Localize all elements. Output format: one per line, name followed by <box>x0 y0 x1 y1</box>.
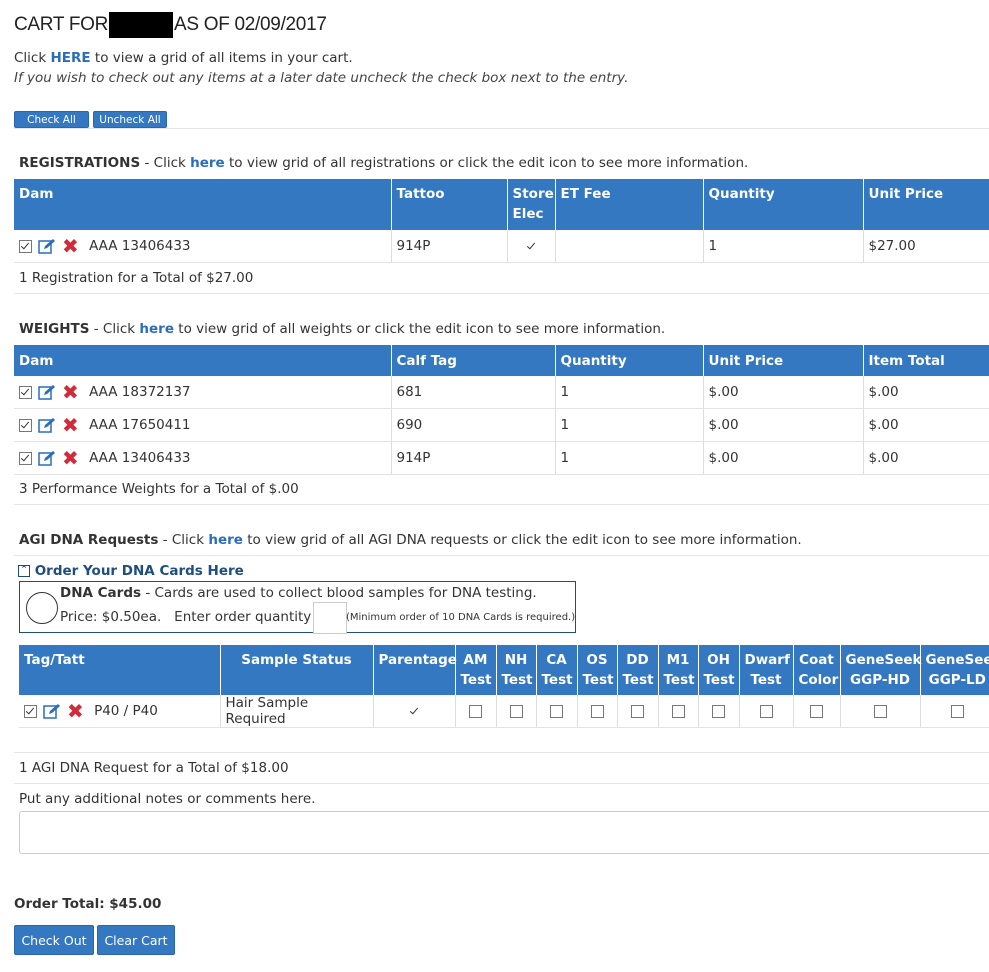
check-all-button[interactable]: Check All <box>14 111 89 128</box>
edit-icon[interactable] <box>38 238 56 254</box>
col-oh-test: OH Test <box>698 645 740 695</box>
col-coat-color: Coat Color <box>793 645 841 695</box>
notes-textarea[interactable] <box>19 811 989 854</box>
col-calf-tag: Calf Tag <box>391 345 556 376</box>
clear-cart-button[interactable]: Clear Cart <box>97 925 175 955</box>
delete-icon[interactable]: ✖ <box>62 236 79 256</box>
parentage-check <box>408 705 420 717</box>
registrations-total: 1 Registration for a Total of $27.00 <box>19 270 254 286</box>
table-row: ✖ AAA 13406433 914P 1 $27.00 <box>14 230 989 263</box>
col-et-fee: ET Fee <box>555 179 704 230</box>
col-tag-tatt: Tag/Tatt <box>19 645 221 695</box>
coat-color-checkbox[interactable] <box>810 704 823 718</box>
registrations-grid-link[interactable]: here <box>190 155 225 171</box>
store-elec-check <box>525 240 537 252</box>
col-geneseek-hd: GeneSeek GGP-HD <box>840 645 922 695</box>
table-row: ✖ AAA 17650411 690 1 $.00 $.00 <box>14 408 989 442</box>
select-checkbox[interactable] <box>19 239 32 253</box>
redacted-name <box>109 12 174 38</box>
col-item-total: Item Total <box>863 345 989 376</box>
nh-test-checkbox[interactable] <box>509 704 523 718</box>
col-unit-price: Unit Price <box>703 345 864 376</box>
select-checkbox[interactable] <box>19 385 32 399</box>
dna-total: 1 AGI DNA Request for a Total of $18.00 <box>19 760 289 776</box>
table-row: ✖ P40 / P40 Hair Sample Required <box>19 695 989 728</box>
col-sample-status: Sample Status <box>220 645 374 695</box>
checkout-hint: If you wish to check out any items at a … <box>14 70 629 86</box>
notes-label: Put any additional notes or comments her… <box>19 791 316 807</box>
dna-table: Tag/Tatt Sample Status Parentage AM Test… <box>19 645 989 728</box>
ca-test-checkbox[interactable] <box>550 704 563 718</box>
dna-card-panel: DNA Cards - Cards are used to collect bl… <box>19 581 576 634</box>
order-total: Order Total: $45.00 <box>14 896 162 912</box>
col-parentage: Parentage <box>373 645 457 695</box>
col-am-test: AM Test <box>455 645 497 695</box>
view-grid-link[interactable]: HERE <box>50 50 90 66</box>
dna-grid-link[interactable]: here <box>208 532 243 548</box>
col-quantity: Quantity <box>703 179 864 230</box>
col-m1-test: M1 Test <box>658 645 699 695</box>
weights-table: Dam Calf Tag Quantity Unit Price Item To… <box>14 345 989 475</box>
col-nh-test: NH Test <box>496 645 537 695</box>
dna-heading: AGI DNA Requests - Click here to view gr… <box>19 532 802 548</box>
col-quantity: Quantity <box>555 345 704 376</box>
delete-icon[interactable]: ✖ <box>62 382 79 402</box>
col-dd-test: DD Test <box>617 645 659 695</box>
dna-card-quantity-input[interactable] <box>313 602 347 634</box>
dna-card-icon <box>26 592 58 624</box>
os-test-checkbox[interactable] <box>590 704 604 718</box>
col-geneseek-ld: GeneSeek GGP-LD <box>920 645 989 695</box>
uncheck-all-button[interactable]: Uncheck All <box>93 111 167 128</box>
table-row: ✖ AAA 18372137 681 1 $.00 $.00 <box>14 376 989 409</box>
m1-test-checkbox[interactable] <box>671 704 685 718</box>
dwarf-test-checkbox[interactable] <box>759 704 773 718</box>
edit-icon[interactable] <box>38 384 56 400</box>
check-out-button[interactable]: Check Out <box>14 925 94 955</box>
order-dna-cards-link[interactable]: ⌃ Order Your DNA Cards Here <box>18 563 244 579</box>
col-unit-price: Unit Price <box>863 179 989 230</box>
col-tattoo: Tattoo <box>391 179 508 230</box>
geneseek-ld-checkbox[interactable] <box>950 704 964 718</box>
page-title: CART FOR AS OF 02/09/2017 <box>14 12 327 38</box>
edit-icon[interactable] <box>38 417 56 433</box>
weights-grid-link[interactable]: here <box>139 321 174 337</box>
weights-total: 3 Performance Weights for a Total of $.0… <box>19 481 299 497</box>
col-dam: Dam <box>14 179 392 230</box>
delete-icon[interactable]: ✖ <box>62 415 79 435</box>
select-checkbox[interactable] <box>24 704 37 718</box>
weights-heading: WEIGHTS - Click here to view grid of all… <box>19 321 666 337</box>
delete-icon[interactable]: ✖ <box>62 448 79 468</box>
col-dam: Dam <box>14 345 392 376</box>
edit-icon[interactable] <box>38 450 56 466</box>
oh-test-checkbox[interactable] <box>712 704 725 718</box>
col-ca-test: CA Test <box>536 645 578 695</box>
edit-icon[interactable] <box>43 703 61 719</box>
col-dwarf-test: Dwarf Test <box>739 645 794 695</box>
select-checkbox[interactable] <box>19 418 32 432</box>
registrations-table: Dam Tattoo Store Elec ET Fee Quantity Un… <box>14 179 989 263</box>
intro-line: Click HERE to view a grid of all items i… <box>14 50 353 66</box>
delete-icon[interactable]: ✖ <box>67 701 84 721</box>
am-test-checkbox[interactable] <box>469 704 482 718</box>
geneseek-hd-checkbox[interactable] <box>873 704 887 718</box>
registrations-heading: REGISTRATIONS - Click here to view grid … <box>19 155 749 171</box>
table-row: ✖ AAA 13406433 914P 1 $.00 $.00 <box>14 441 989 475</box>
collapse-up-icon[interactable]: ⌃ <box>18 565 30 577</box>
dd-test-checkbox[interactable] <box>631 704 644 718</box>
col-os-test: OS Test <box>577 645 618 695</box>
select-checkbox[interactable] <box>19 451 32 465</box>
col-store-elec: Store Elec <box>507 179 556 230</box>
